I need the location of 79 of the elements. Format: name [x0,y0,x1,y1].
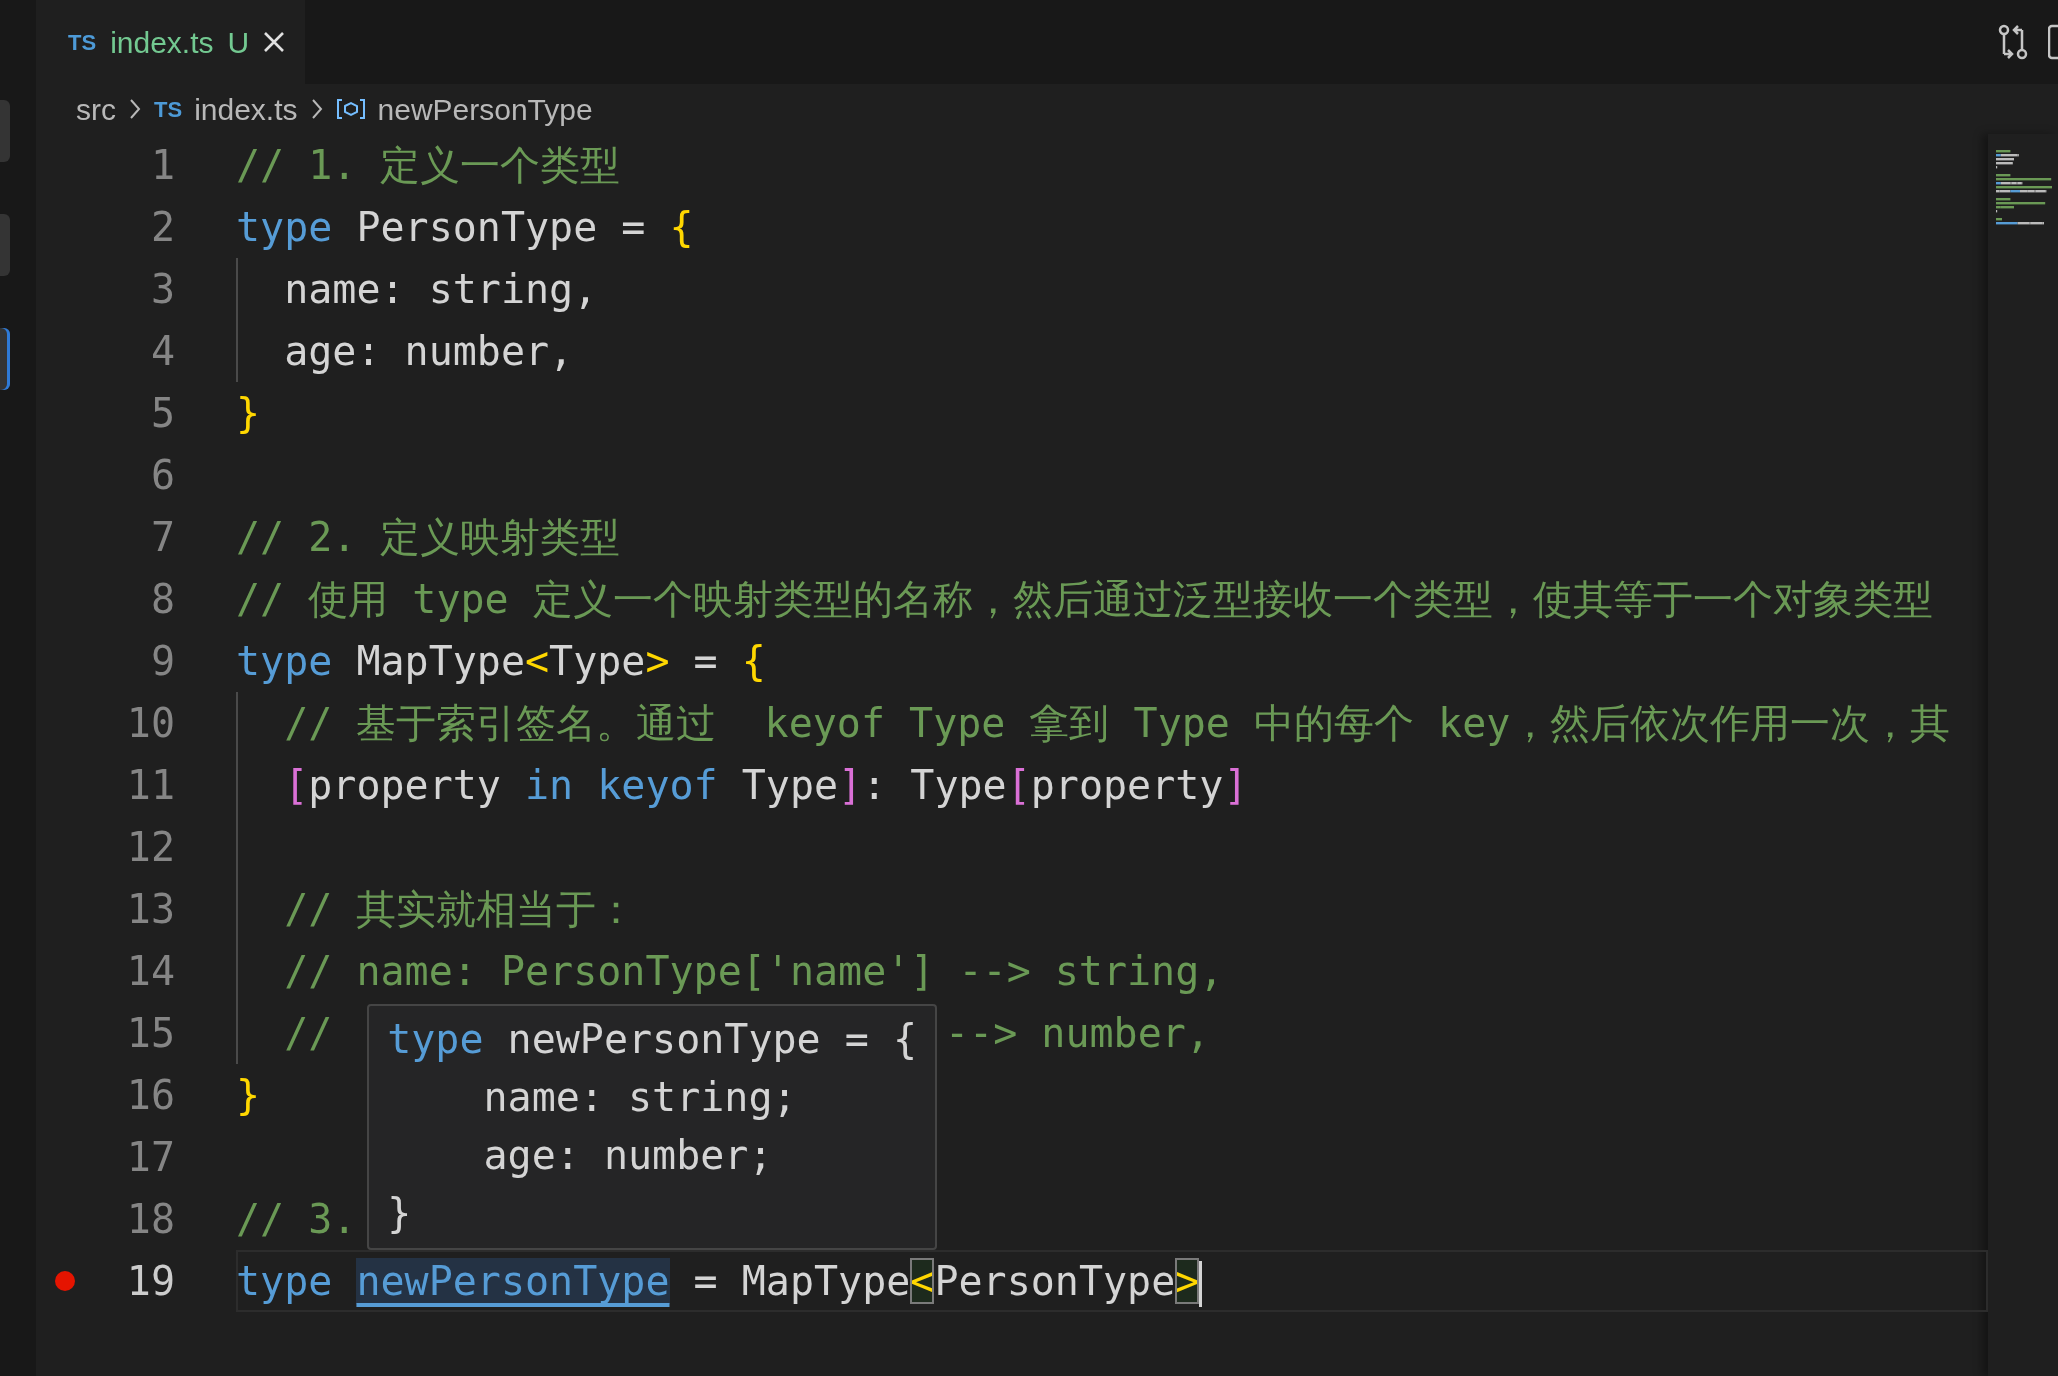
code-token: } [387,1190,412,1236]
git-status-label: U [227,24,250,61]
code-token: // 基于索引签名。通过 keyof Type 拿到 Type 中的每个 key，然后依次作用一次，其 [283,700,1951,746]
code-token: type [387,1016,484,1062]
code-token: name: string; [482,1074,797,1120]
line-number: 16 [125,1071,175,1120]
line-number: 12 [125,823,175,872]
line-number: 10 [125,699,175,748]
code-token: name: string, [283,266,598,312]
split-editor-icon[interactable] [2048,24,2058,60]
line-number: 17 [125,1133,175,1182]
line-number: 8 [149,575,175,624]
code-token: type [236,638,333,684]
code-token: = MapType [692,1258,911,1304]
line-number: 5 [149,389,175,438]
breadcrumb-item[interactable]: newPersonType [377,86,593,132]
code-token: property [308,762,502,808]
code-token: < [525,638,550,684]
code-token: : Type [862,762,1007,808]
line-number: 11 [125,761,175,810]
code-token: Type [549,638,646,684]
line-number: 13 [125,885,175,934]
code-token: // 3. [236,1196,357,1242]
code-token: > [1175,1258,1200,1304]
code-token: newPersonType = { [506,1016,917,1062]
code-token: { [741,638,766,684]
close-icon[interactable] [263,31,286,53]
code-token: MapType [355,638,525,684]
code-token: } [236,390,261,436]
typescript-file-icon: TS [154,92,183,126]
code-token: // name: PersonType['name'] --> string, [283,948,1224,994]
breadcrumb-item[interactable]: src [76,86,116,132]
line-number: 19 [125,1257,175,1306]
text-cursor [1199,1261,1203,1307]
code-token: type [236,1258,334,1304]
compare-changes-icon[interactable] [1996,22,2030,62]
chevron-right-icon [309,98,324,120]
code-token: [ [283,762,309,808]
line-number: 18 [125,1195,175,1244]
code-token: // 2. 定义映射类型 [236,514,621,560]
line-number: 1 [149,141,175,190]
code-token: PersonType [934,1258,1176,1304]
breadcrumb-item[interactable]: index.ts [194,86,298,132]
line-number: 3 [149,265,175,314]
line-number: 9 [149,637,175,686]
code-token: > [645,638,670,684]
line-number: 2 [149,203,175,252]
code-token: [ [1006,762,1031,808]
sidebar-edge-tab[interactable] [0,328,10,390]
code-token: // [283,1010,333,1056]
code-token: age: number; [482,1132,773,1178]
symbol-reference-link[interactable]: newPersonType [356,1258,670,1304]
symbol-variable-icon [335,97,366,121]
code-token: // 使用 type 定义一个映射类型的名称，然后通过泛型接收一个类型，使其等于一个对象类型 [236,576,1933,622]
code-token: // 其实就相当于： [283,886,637,932]
line-number: 6 [149,451,175,500]
breakpoint-dot[interactable] [55,1271,75,1291]
code-token: type [236,204,333,250]
line-number: 14 [125,947,175,996]
code-token: property [1030,762,1224,808]
code-token: { [669,204,694,250]
code-token: } [236,1072,261,1118]
chevron-right-icon [128,98,142,120]
file-tab[interactable]: TS index.ts U [36,0,306,84]
tab-filename: index.ts [110,24,214,61]
line-number: 15 [125,1009,175,1058]
code-token: PersonType = [355,204,647,250]
typescript-file-icon: TS [68,25,97,59]
line-number: 4 [149,327,175,376]
code-token: Type [740,762,839,808]
code-token: --> number, [945,1009,1210,1058]
code-token: in keyof [525,762,718,808]
line-number: 7 [149,513,175,562]
code-token: < [910,1258,935,1304]
code-token: ] [1223,762,1248,808]
code-token: ] [838,762,863,808]
code-token: age: number, [283,328,574,374]
code-token: = [692,638,719,684]
code-token: // 1. 定义一个类型 [236,142,621,188]
